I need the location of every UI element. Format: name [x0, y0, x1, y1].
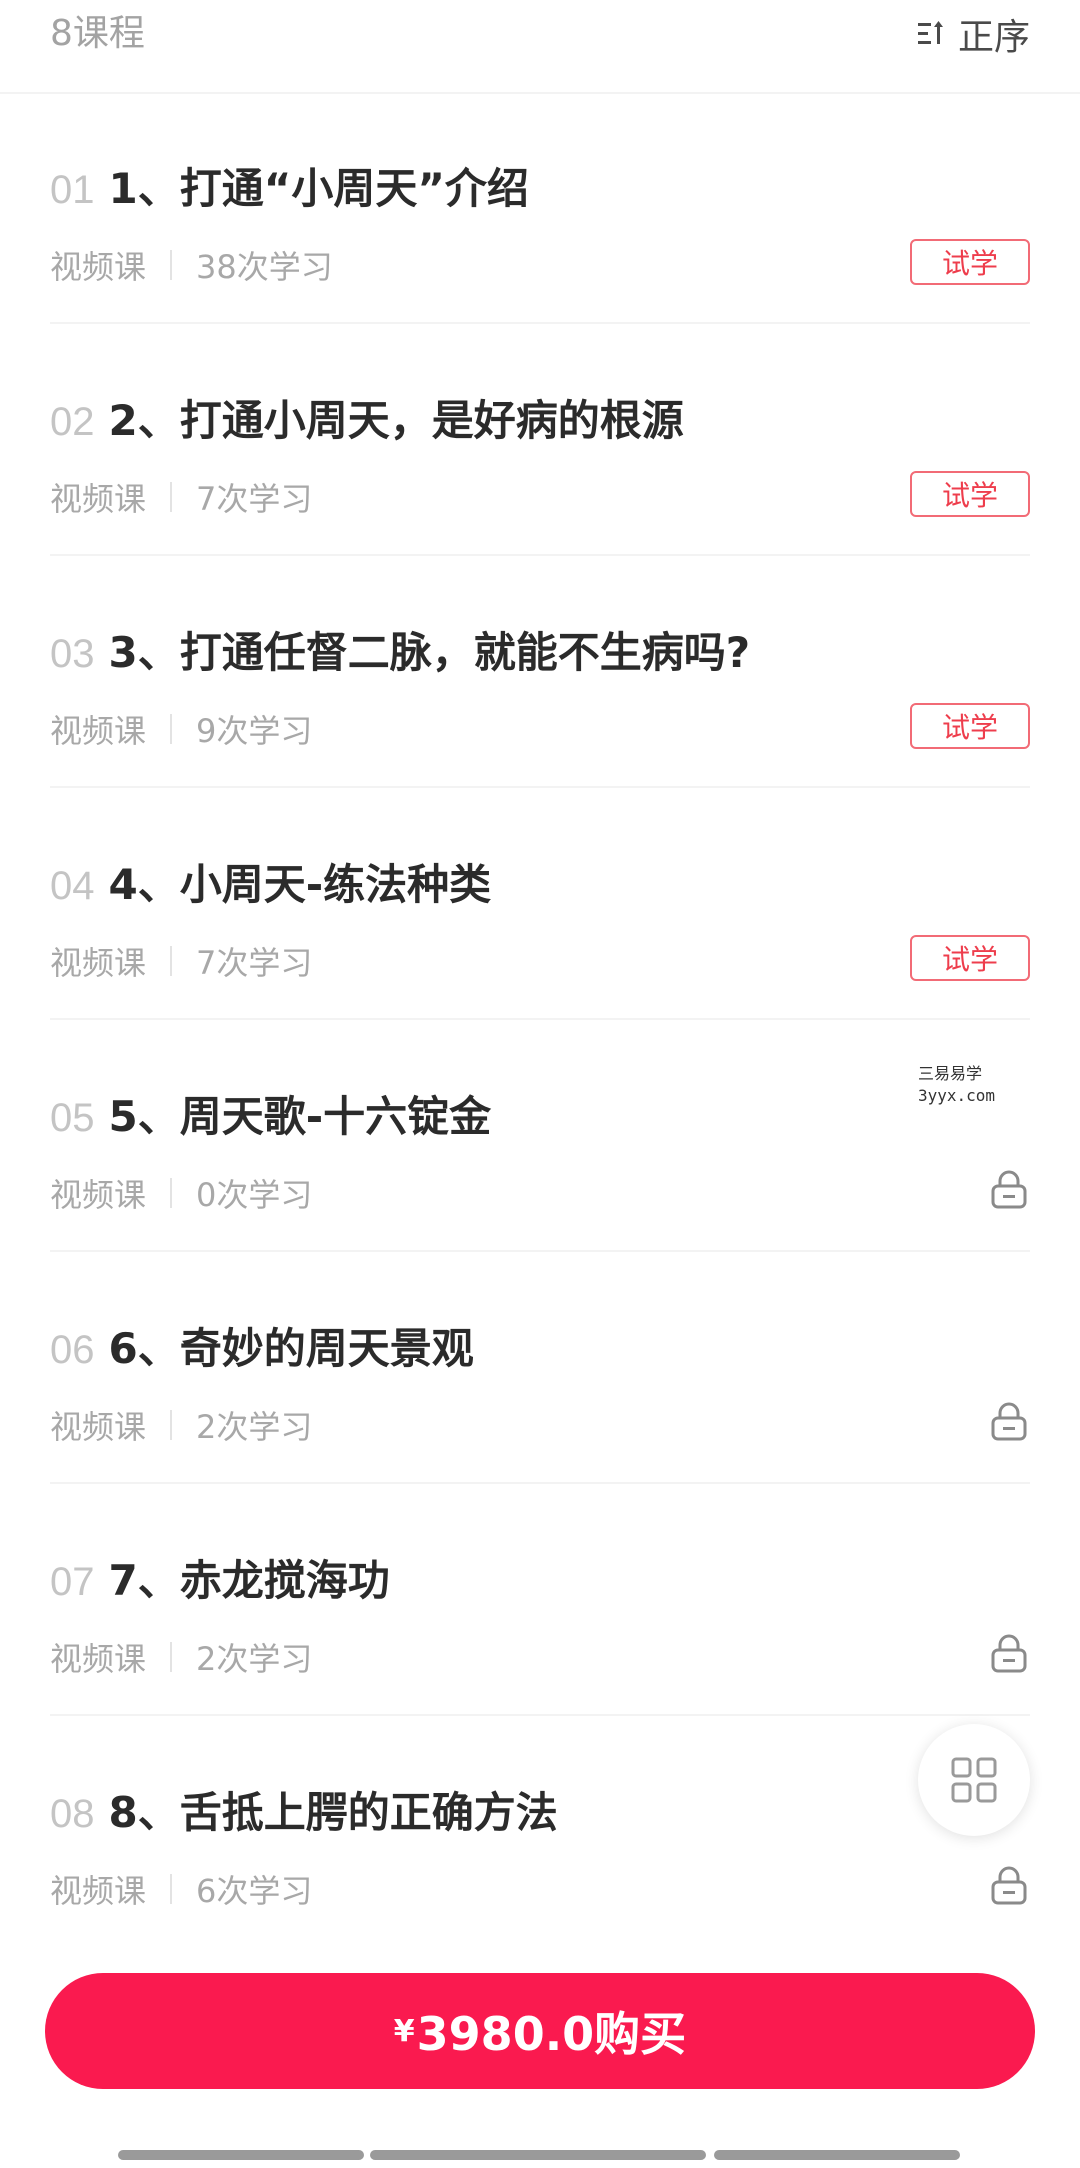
watermark: 三易易学 3yyx.com [918, 1063, 995, 1107]
lesson-type: 视频课 [50, 712, 147, 750]
lesson-title: 3、打通任督二脉，就能不生病吗? [108, 628, 751, 677]
lock-icon [991, 1170, 1027, 1209]
scroll-indicator-1 [118, 2150, 364, 2160]
lesson-meta: 视频课 7次学习 [50, 474, 312, 520]
lesson-item-6[interactable]: 06 6、奇妙的周天景观 视频课 2次学习 [50, 1252, 1030, 1484]
trial-button[interactable]: 试学 [910, 703, 1030, 749]
meta-divider [170, 250, 173, 280]
lesson-index: 06 [50, 1328, 95, 1372]
lesson-index: 08 [50, 1792, 95, 1836]
scroll-indicator-3 [714, 2150, 960, 2160]
lesson-type: 视频课 [50, 1640, 147, 1678]
trial-button[interactable]: 试学 [910, 471, 1030, 517]
lesson-index: 05 [50, 1096, 95, 1140]
lesson-views: 2次学习 [196, 1640, 313, 1678]
lesson-title: 2、打通小周天，是好病的根源 [108, 396, 684, 445]
lesson-title: 5、周天歌-十六锭金 [108, 1092, 492, 1141]
lesson-title-row: 02 2、打通小周天，是好病的根源 [50, 387, 684, 448]
lesson-views: 38次学习 [196, 248, 333, 286]
lesson-views: 9次学习 [196, 712, 313, 750]
watermark-line-1: 三易易学 [918, 1064, 983, 1083]
lock-icon [991, 1866, 1027, 1905]
lesson-item-4[interactable]: 04 4、小周天-练法种类 视频课 7次学习 试学 [50, 788, 1030, 1020]
lesson-views: 7次学习 [196, 480, 313, 518]
lesson-type: 视频课 [50, 480, 147, 518]
lesson-list: 01 1、打通“小周天”介绍 视频课 38次学习 试学 02 2、打通小周天，是… [0, 92, 1080, 1946]
lesson-meta: 视频课 0次学习 [50, 1170, 312, 1216]
sort-order-icon [917, 19, 944, 49]
meta-divider [170, 1178, 173, 1208]
lesson-title-row: 01 1、打通“小周天”介绍 [50, 155, 529, 216]
lesson-item-1[interactable]: 01 1、打通“小周天”介绍 视频课 38次学习 试学 [50, 92, 1030, 324]
lesson-title-row: 04 4、小周天-练法种类 [50, 851, 491, 912]
meta-divider [170, 714, 173, 744]
lesson-views: 0次学习 [196, 1176, 313, 1214]
lesson-index: 03 [50, 632, 95, 676]
lock-icon [991, 1402, 1027, 1441]
lesson-title-row: 03 3、打通任督二脉，就能不生病吗? [50, 619, 750, 680]
lesson-title-row: 05 5、周天歌-十六锭金 [50, 1083, 491, 1144]
lesson-title-row: 06 6、奇妙的周天景观 [50, 1315, 474, 1376]
lesson-title: 6、奇妙的周天景观 [108, 1324, 474, 1373]
lesson-index: 07 [50, 1560, 95, 1604]
lesson-meta: 视频课 2次学习 [50, 1402, 312, 1448]
lesson-title: 8、舌抵上腭的正确方法 [108, 1788, 558, 1837]
lesson-type: 视频课 [50, 1872, 147, 1910]
sort-order-button[interactable]: 正序 [917, 8, 1030, 60]
lesson-item-7[interactable]: 07 7、赤龙搅海功 视频课 2次学习 [50, 1484, 1030, 1716]
lesson-meta: 视频课 6次学习 [50, 1866, 312, 1912]
lesson-title-row: 07 7、赤龙搅海功 [50, 1547, 390, 1608]
course-count: 8课程 [50, 13, 145, 54]
meta-divider [170, 946, 173, 976]
lesson-item-3[interactable]: 03 3、打通任督二脉，就能不生病吗? 视频课 9次学习 试学 [50, 556, 1030, 788]
lesson-meta: 视频课 7次学习 [50, 938, 312, 984]
lesson-title: 1、打通“小周天”介绍 [108, 164, 529, 213]
lesson-type: 视频课 [50, 944, 147, 982]
scroll-indicator-2 [370, 2150, 706, 2160]
meta-divider [170, 482, 173, 512]
trial-button[interactable]: 试学 [910, 935, 1030, 981]
buy-price-label: 3980.0购买 [416, 2007, 687, 2061]
meta-divider [170, 1410, 173, 1440]
lesson-views: 6次学习 [196, 1872, 313, 1910]
lesson-type: 视频课 [50, 1408, 147, 1446]
lesson-item-2[interactable]: 02 2、打通小周天，是好病的根源 视频课 7次学习 试学 [50, 324, 1030, 556]
lesson-meta: 视频课 2次学习 [50, 1634, 312, 1680]
lesson-index: 01 [50, 168, 95, 212]
lesson-meta: 视频课 38次学习 [50, 242, 333, 288]
lesson-title-row: 08 8、舌抵上腭的正确方法 [50, 1779, 558, 1840]
lesson-views: 7次学习 [196, 944, 313, 982]
lesson-type: 视频课 [50, 1176, 147, 1214]
meta-divider [170, 1642, 173, 1672]
lesson-index: 04 [50, 864, 95, 908]
watermark-line-2: 3yyx.com [918, 1086, 996, 1105]
meta-divider [170, 1874, 173, 1904]
buy-button[interactable]: ¥ 3980.0购买 [45, 1973, 1035, 2089]
lesson-type: 视频课 [50, 248, 147, 286]
grid-menu-icon [951, 1757, 997, 1803]
lesson-index: 02 [50, 400, 95, 444]
lesson-title: 7、赤龙搅海功 [108, 1556, 390, 1605]
sort-order-label: 正序 [957, 17, 1030, 58]
lesson-meta: 视频课 9次学习 [50, 706, 312, 752]
course-list-header: 8课程 正序 [0, 0, 1080, 94]
lesson-item-8[interactable]: 08 8、舌抵上腭的正确方法 视频课 6次学习 [50, 1716, 1030, 1946]
lock-icon [991, 1634, 1027, 1673]
lesson-item-5[interactable]: 05 5、周天歌-十六锭金 视频课 0次学习 [50, 1020, 1030, 1252]
lesson-views: 2次学习 [196, 1408, 313, 1446]
currency-symbol: ¥ [393, 2013, 415, 2049]
trial-button[interactable]: 试学 [910, 239, 1030, 285]
lesson-title: 4、小周天-练法种类 [108, 860, 492, 909]
grid-menu-button[interactable] [918, 1724, 1030, 1836]
